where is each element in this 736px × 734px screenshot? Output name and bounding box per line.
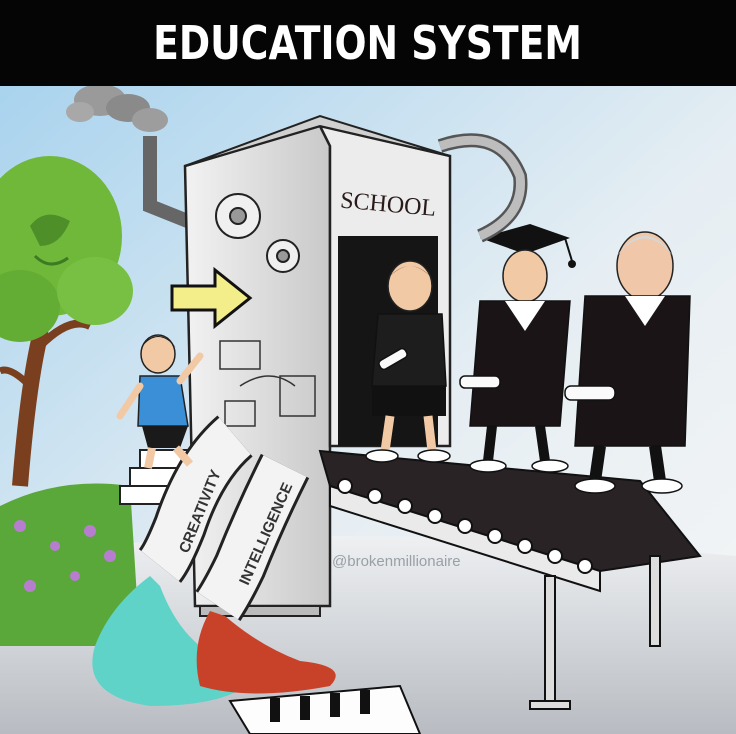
diploma-scroll-icon (564, 385, 616, 401)
diploma-scroll-icon (459, 375, 501, 389)
gear-icon (215, 193, 261, 239)
cartoon-page: EDUCATION SYSTEM SCHOOL CREATIVITY INTEL… (0, 0, 736, 734)
illustration-svg: SCHOOL CREATIVITY INTELLIGENCE @brokenmi… (0, 86, 736, 734)
watermark: @brokenmillionaire (332, 553, 461, 570)
title-bar: EDUCATION SYSTEM (0, 0, 736, 86)
page-title: EDUCATION SYSTEM (153, 16, 583, 70)
gear-icon (266, 239, 300, 273)
illustration: SCHOOL CREATIVITY INTELLIGENCE @brokenmi… (0, 86, 736, 734)
